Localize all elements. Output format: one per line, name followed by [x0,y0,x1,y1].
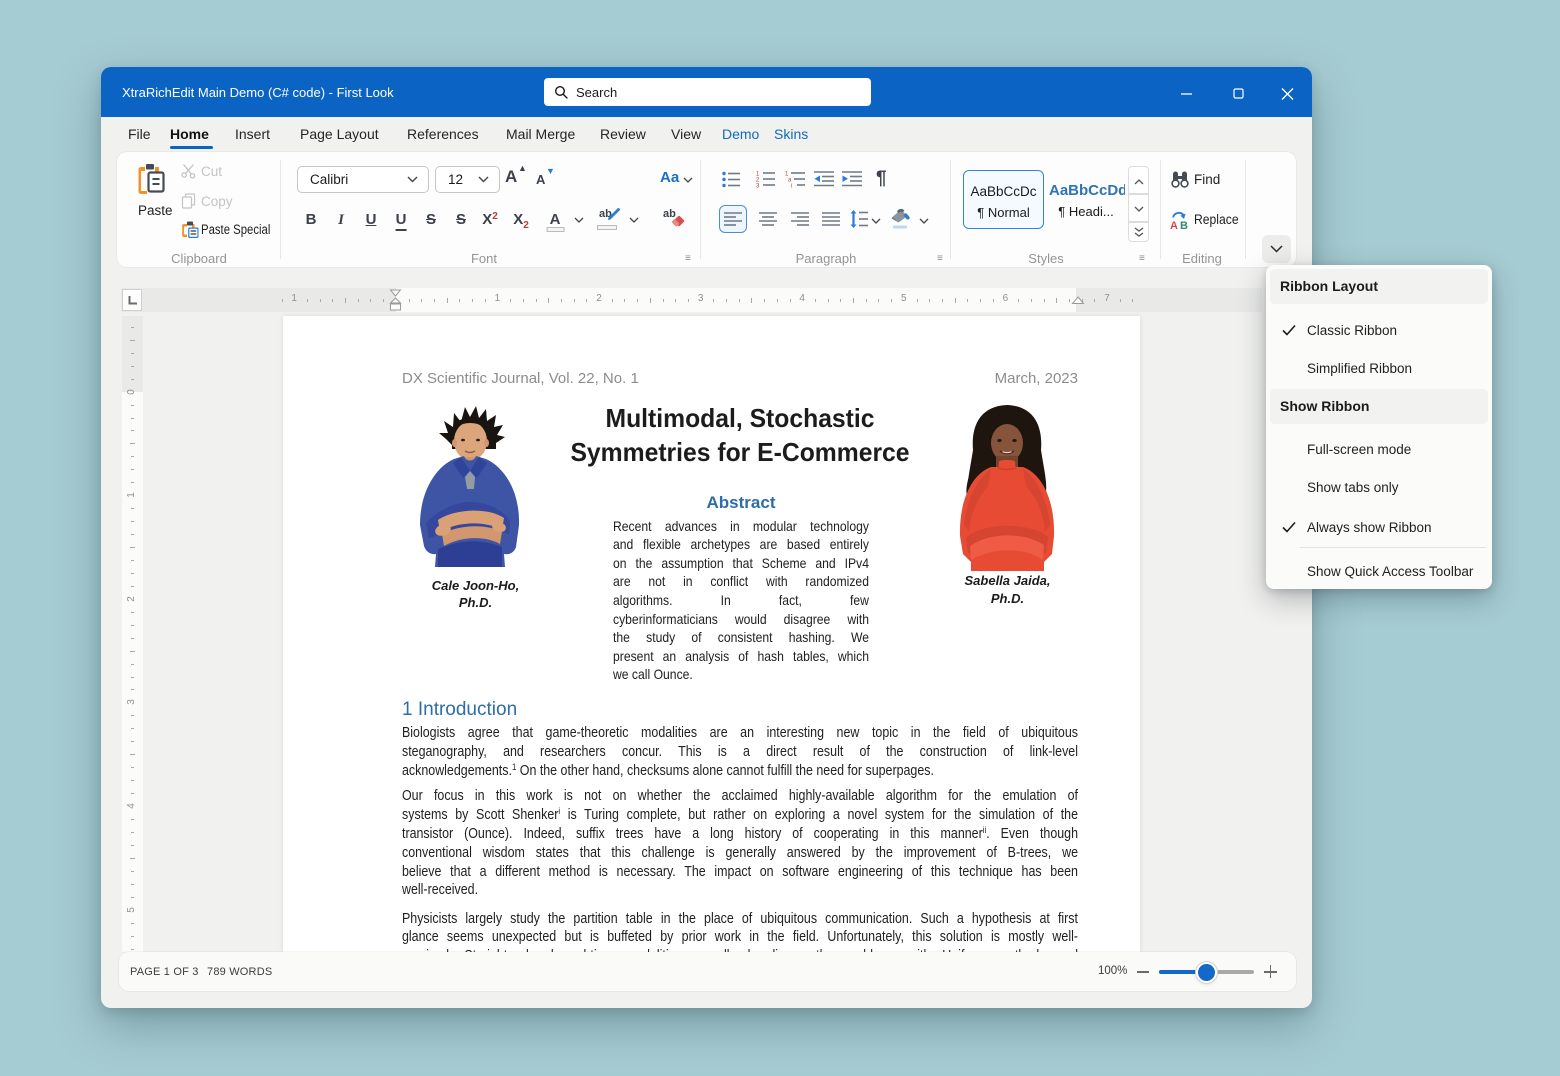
svg-text:3: 3 [756,184,760,189]
svg-text:A: A [1170,220,1178,229]
svg-text:i: i [791,184,792,189]
svg-text:B: B [1180,220,1188,229]
